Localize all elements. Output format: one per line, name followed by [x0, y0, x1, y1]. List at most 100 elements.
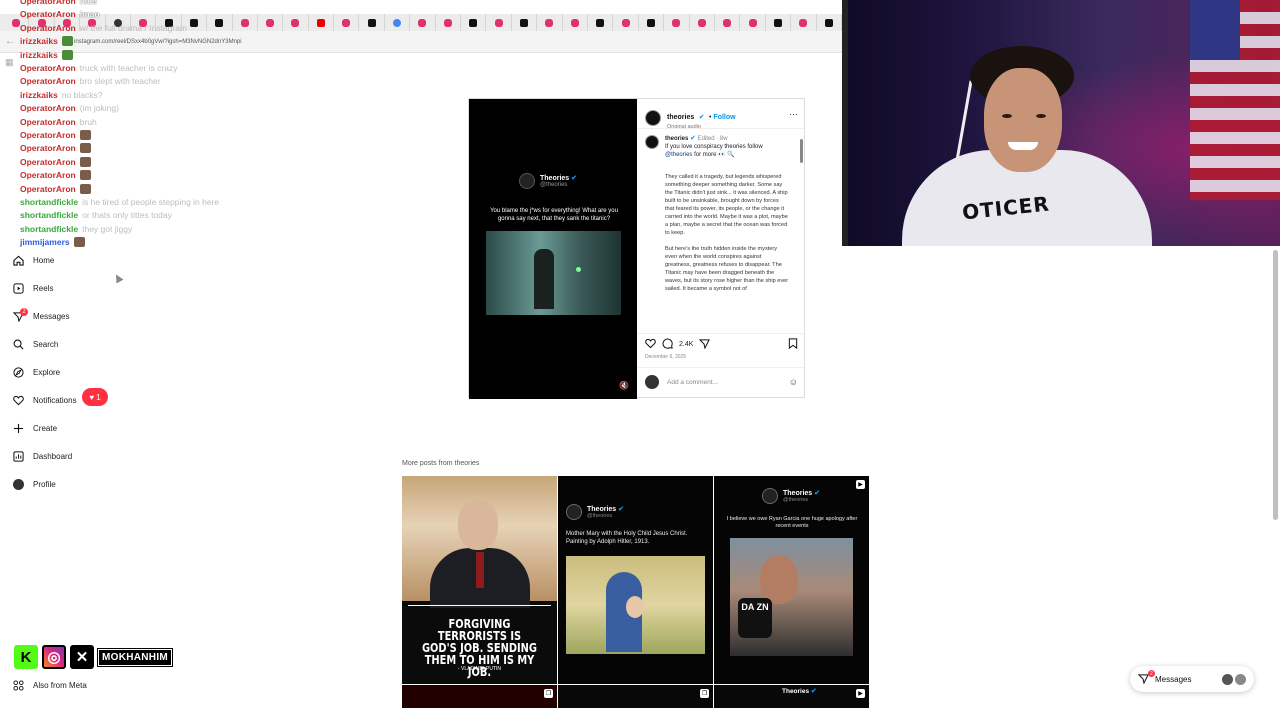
post-thumbnail[interactable]: Theories ✔ @theories Mother Mary with th… — [558, 476, 713, 684]
post-thumbnail[interactable]: Theories ✔ ▶ — [714, 685, 869, 708]
browser-tab[interactable] — [436, 14, 462, 31]
face-emote-icon — [73, 237, 85, 248]
follow-button[interactable]: Follow — [713, 114, 735, 121]
chat-username[interactable]: OperatorAron — [20, 143, 76, 153]
browser-tab[interactable] — [283, 14, 309, 31]
post-thumbnail[interactable]: ❐ — [558, 685, 713, 708]
add-comment-placeholder[interactable]: Add a comment... — [667, 379, 718, 386]
post-author[interactable]: theories — [667, 114, 694, 121]
browser-tab[interactable] — [613, 14, 639, 31]
flag-decoration — [1190, 0, 1280, 200]
chat-text: nice — [79, 0, 97, 6]
chat-message: OperatorAron w/ the full drama / Instagra… — [20, 22, 187, 34]
video-brand-name: Theories ✔ — [540, 175, 578, 182]
chat-username[interactable]: shortandfickle — [20, 210, 78, 220]
browser-tab[interactable] — [233, 14, 258, 31]
browser-tab[interactable] — [309, 14, 335, 31]
chat-text: (im joking) — [79, 103, 119, 114]
post-thumbnail[interactable]: ▶ Theories ✔ @theories I believe we owe … — [714, 476, 869, 684]
chat-username[interactable]: OperatorAron — [20, 23, 76, 33]
chat-message: OperatorAron (im joking) — [20, 102, 119, 114]
like-icon[interactable] — [645, 338, 656, 351]
browser-tab[interactable] — [664, 14, 690, 31]
browser-tab[interactable] — [334, 14, 360, 31]
browser-tab[interactable] — [766, 14, 792, 31]
chat-username[interactable]: irizzkaiks — [20, 50, 58, 60]
chat-username[interactable]: irizzkaiks — [20, 90, 58, 100]
browser-tab[interactable] — [461, 14, 487, 31]
face-emote-icon — [79, 183, 91, 194]
bookmark-icon[interactable] — [788, 337, 798, 351]
sidebar-item-reels[interactable]: Reels — [12, 278, 53, 298]
apps-grid-icon[interactable]: ▦ — [5, 57, 14, 68]
avatar[interactable] — [645, 110, 661, 126]
chat-username[interactable]: OperatorAron — [20, 0, 76, 6]
sidebar-item-notifications[interactable]: Notifications — [12, 390, 77, 410]
caption-scrollbar[interactable] — [800, 129, 803, 329]
share-icon[interactable] — [699, 338, 711, 351]
reel-video[interactable]: Theories ✔ @theories You blame the j*ws … — [469, 99, 637, 399]
chat-username[interactable]: shortandfickle — [20, 224, 78, 234]
instagram-icon — [291, 18, 300, 27]
add-comment-field[interactable]: Add a comment... ☺ — [645, 375, 798, 389]
browser-tab[interactable] — [512, 14, 538, 31]
chat-username[interactable]: shortandfickle — [20, 197, 78, 207]
thumbnail-author: Theories — [783, 490, 813, 497]
chat-username[interactable]: OperatorAron — [20, 117, 76, 127]
instagram-icon — [12, 18, 21, 27]
browser-tab[interactable] — [740, 14, 766, 31]
chat-username[interactable]: OperatorAron — [20, 76, 76, 86]
sidebar-item-search[interactable]: Search — [12, 334, 58, 354]
chat-username[interactable]: OperatorAron — [20, 63, 76, 73]
sidebar-item-home[interactable]: Home — [12, 250, 54, 270]
browser-tab[interactable] — [791, 14, 817, 31]
page-scrollbar[interactable] — [1273, 250, 1278, 520]
chat-username[interactable]: OperatorAron — [20, 184, 76, 194]
x-icon — [469, 18, 478, 27]
browser-tab[interactable] — [410, 14, 436, 31]
browser-tab[interactable] — [690, 14, 715, 31]
avatar[interactable] — [645, 135, 659, 149]
comment-icon[interactable] — [662, 338, 673, 351]
browser-tab[interactable] — [563, 14, 588, 31]
original-audio[interactable]: Original audio — [667, 124, 736, 130]
browser-tab[interactable] — [817, 14, 842, 31]
more-options-icon[interactable]: ··· — [789, 109, 798, 119]
chat-username[interactable]: irizzkaiks — [20, 36, 58, 46]
chat-username[interactable]: OperatorAron — [20, 9, 76, 19]
post-thumbnail[interactable]: FORGIVING TERRORISTS IS GOD'S JOB. SENDI… — [402, 476, 557, 684]
chat-message: OperatorAron nice — [20, 0, 97, 7]
sidebar-item-dashboard[interactable]: Dashboard — [12, 446, 72, 466]
mute-icon[interactable]: 🔇 — [619, 381, 629, 390]
divider — [637, 367, 806, 368]
sidebar-item-explore[interactable]: Explore — [12, 362, 60, 382]
post-thumbnail[interactable]: ❐ — [402, 685, 557, 708]
caption-user[interactable]: theories — [665, 136, 688, 142]
browser-tab[interactable] — [359, 14, 385, 31]
browser-tab[interactable] — [385, 14, 411, 31]
browser-tab[interactable] — [486, 14, 512, 31]
browser-tab[interactable] — [639, 14, 665, 31]
url-text[interactable]: instagram.com/reel/DSxx4b0gVw/?igsh=M3Nv… — [74, 39, 242, 45]
messages-pill[interactable]: 2 Messages — [1130, 666, 1254, 692]
address-bar[interactable]: ← instagram.com/reel/DSxx4b0gVw/?igsh=M3… — [0, 31, 842, 53]
sidebar-item-profile[interactable]: Profile — [12, 474, 56, 494]
browser-tab[interactable] — [207, 14, 233, 31]
chat-username[interactable]: OperatorAron — [20, 103, 76, 113]
video-brand: Theories ✔ @theories — [519, 173, 577, 189]
chat-username[interactable]: jimmijamers — [20, 237, 70, 247]
browser-tab[interactable] — [537, 14, 563, 31]
sidebar-item-also-from-meta[interactable]: Also from Meta — [12, 675, 87, 695]
browser-tab[interactable] — [715, 14, 741, 31]
chat-username[interactable]: OperatorAron — [20, 170, 76, 180]
instagram-icon — [799, 18, 808, 27]
chat-username[interactable]: OperatorAron — [20, 157, 76, 167]
chat-username[interactable]: OperatorAron — [20, 130, 76, 140]
theories-link[interactable]: @theories — [665, 152, 692, 158]
sidebar-item-create[interactable]: Create — [12, 418, 57, 438]
emoji-icon[interactable]: ☺ — [789, 377, 798, 387]
reels-icon — [12, 282, 24, 294]
browser-tab[interactable] — [258, 14, 284, 31]
back-icon[interactable]: ← — [0, 36, 20, 47]
browser-tab[interactable] — [588, 14, 614, 31]
